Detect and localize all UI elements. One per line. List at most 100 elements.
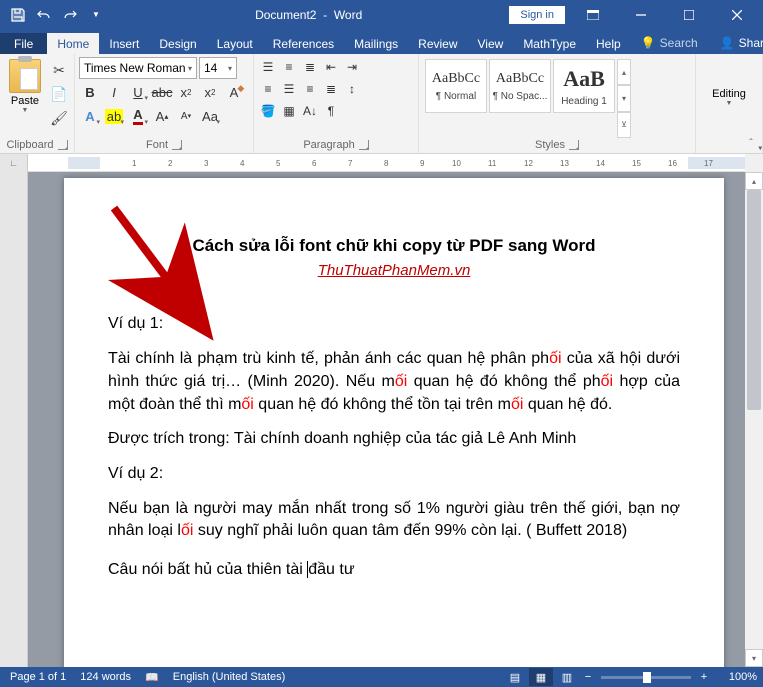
align-center-button[interactable]: ☰	[279, 79, 299, 99]
bold-button[interactable]: B	[79, 81, 101, 103]
clear-format-button[interactable]: A◆	[223, 81, 245, 103]
clipboard-dialog-icon[interactable]	[58, 140, 68, 150]
page-count[interactable]: Page 1 of 1	[10, 671, 66, 684]
collapse-ribbon-icon[interactable]: ˆ	[743, 135, 759, 151]
editing-button[interactable]: Editing ▼	[700, 57, 758, 138]
svg-text:11: 11	[488, 159, 497, 168]
tab-mailings[interactable]: Mailings	[344, 33, 408, 54]
styles-up-button[interactable]: ▴	[617, 59, 631, 85]
signin-button[interactable]: Sign in	[509, 6, 565, 24]
svg-text:10: 10	[452, 159, 461, 168]
svg-text:1: 1	[132, 159, 137, 168]
undo-icon[interactable]	[32, 3, 56, 27]
print-layout-icon[interactable]: ▦	[529, 668, 553, 686]
vertical-ruler[interactable]	[0, 172, 28, 667]
horizontal-ruler: ∟ 123 456 789 101112 131415 1617	[0, 154, 763, 172]
word-count[interactable]: 124 words	[80, 671, 131, 684]
doc-para: Tài chính là phạm trù kinh tế, phản ánh …	[108, 348, 680, 416]
zoom-in-icon[interactable]: +	[697, 671, 711, 683]
cut-button[interactable]: ✂	[48, 59, 70, 81]
save-icon[interactable]	[6, 3, 30, 27]
ruler-corner[interactable]: ∟	[0, 154, 28, 172]
font-size-combo[interactable]: 14▾	[199, 57, 237, 79]
tab-mathtype[interactable]: MathType	[513, 33, 586, 54]
styles-down-button[interactable]: ▾	[617, 85, 631, 111]
svg-text:9: 9	[420, 159, 425, 168]
font-color-button[interactable]: A▾	[127, 105, 149, 127]
scroll-down-icon[interactable]: ▾	[745, 649, 763, 667]
styles-more-button[interactable]: ⊻	[617, 112, 631, 138]
italic-button[interactable]: I	[103, 81, 125, 103]
qat-customize-icon[interactable]: ▼	[84, 3, 108, 27]
close-icon[interactable]	[717, 2, 757, 28]
zoom-level[interactable]: 100%	[713, 671, 757, 683]
style-heading1[interactable]: AaB Heading 1	[553, 59, 615, 113]
zoom-out-icon[interactable]: −	[581, 671, 595, 683]
tab-layout[interactable]: Layout	[207, 33, 263, 54]
style-normal[interactable]: AaBbCc ¶ Normal	[425, 59, 487, 113]
text-effects-button[interactable]: A▾	[79, 105, 101, 127]
read-mode-icon[interactable]: ▤	[503, 668, 527, 686]
subscript-button[interactable]: x2	[175, 81, 197, 103]
underline-button[interactable]: U▾	[127, 81, 149, 103]
font-dialog-icon[interactable]	[172, 140, 182, 150]
numbering-button[interactable]: ≡▾	[279, 57, 299, 77]
decrease-indent-button[interactable]: ⇤	[321, 57, 341, 77]
tab-home[interactable]: Home	[47, 33, 99, 54]
document-canvas[interactable]: Cách sửa lỗi font chữ khi copy từ PDF sa…	[28, 172, 745, 667]
maximize-icon[interactable]	[669, 2, 709, 28]
page[interactable]: Cách sửa lỗi font chữ khi copy từ PDF sa…	[64, 178, 724, 667]
minimize-icon[interactable]	[621, 2, 661, 28]
tab-view[interactable]: View	[468, 33, 514, 54]
web-layout-icon[interactable]: ▥	[555, 668, 579, 686]
tab-insert[interactable]: Insert	[99, 33, 149, 54]
language[interactable]: English (United States)	[173, 671, 286, 684]
doc-para: Được trích trong: Tài chính doanh nghiệp…	[108, 428, 680, 451]
share-icon: 👤	[720, 36, 735, 50]
paste-button[interactable]: Paste ▼	[4, 57, 46, 114]
shading-button[interactable]: 🪣▾	[258, 101, 278, 121]
tab-references[interactable]: References	[263, 33, 344, 54]
change-case-button[interactable]: Aa▾	[199, 105, 221, 127]
document-area: Cách sửa lỗi font chữ khi copy từ PDF sa…	[0, 172, 763, 667]
font-name-combo[interactable]: Times New Roman▾	[79, 57, 197, 79]
spellcheck-icon[interactable]: 📖	[145, 671, 159, 684]
style-no-spacing[interactable]: AaBbCc ¶ No Spac...	[489, 59, 551, 113]
borders-button[interactable]: ▦▾	[279, 101, 299, 121]
multilevel-button[interactable]: ≣▾	[300, 57, 320, 77]
zoom-slider[interactable]	[601, 676, 691, 679]
superscript-button[interactable]: x2	[199, 81, 221, 103]
strikethrough-button[interactable]: abc	[151, 81, 173, 103]
search-box[interactable]: 💡Search	[631, 32, 708, 54]
tab-file[interactable]: File	[0, 33, 47, 54]
copy-button[interactable]: 📄	[48, 83, 70, 105]
grow-font-button[interactable]: A▴	[151, 105, 173, 127]
paragraph-dialog-icon[interactable]	[359, 140, 369, 150]
doc-subtitle: ThuThuatPhanMem.vn	[108, 260, 680, 281]
svg-text:3: 3	[204, 159, 209, 168]
line-spacing-button[interactable]: ↕▾	[342, 79, 362, 99]
ribbon-display-icon[interactable]	[573, 2, 613, 28]
highlight-button[interactable]: ab▾	[103, 105, 125, 127]
titlebar: ▼ Document2 - Word Sign in	[0, 0, 763, 29]
bullets-button[interactable]: ☰▾	[258, 57, 278, 77]
align-right-button[interactable]: ≡	[300, 79, 320, 99]
tab-design[interactable]: Design	[149, 33, 206, 54]
svg-text:2: 2	[168, 159, 173, 168]
share-button[interactable]: 👤Share	[708, 32, 763, 54]
tab-review[interactable]: Review	[408, 33, 467, 54]
scroll-up-icon[interactable]: ▴	[745, 172, 763, 190]
redo-icon[interactable]	[58, 3, 82, 27]
justify-button[interactable]: ≣	[321, 79, 341, 99]
format-painter-button[interactable]: 🖌	[48, 107, 70, 129]
tab-help[interactable]: Help	[586, 33, 631, 54]
vertical-scrollbar[interactable]: ▴ ▾	[745, 172, 763, 667]
sort-button[interactable]: A↓	[300, 101, 320, 121]
align-left-button[interactable]: ≡	[258, 79, 278, 99]
styles-dialog-icon[interactable]	[569, 140, 579, 150]
show-marks-button[interactable]: ¶	[321, 101, 341, 121]
svg-text:13: 13	[560, 159, 569, 168]
shrink-font-button[interactable]: A▾	[175, 105, 197, 127]
scroll-thumb[interactable]	[747, 190, 761, 410]
increase-indent-button[interactable]: ⇥	[342, 57, 362, 77]
